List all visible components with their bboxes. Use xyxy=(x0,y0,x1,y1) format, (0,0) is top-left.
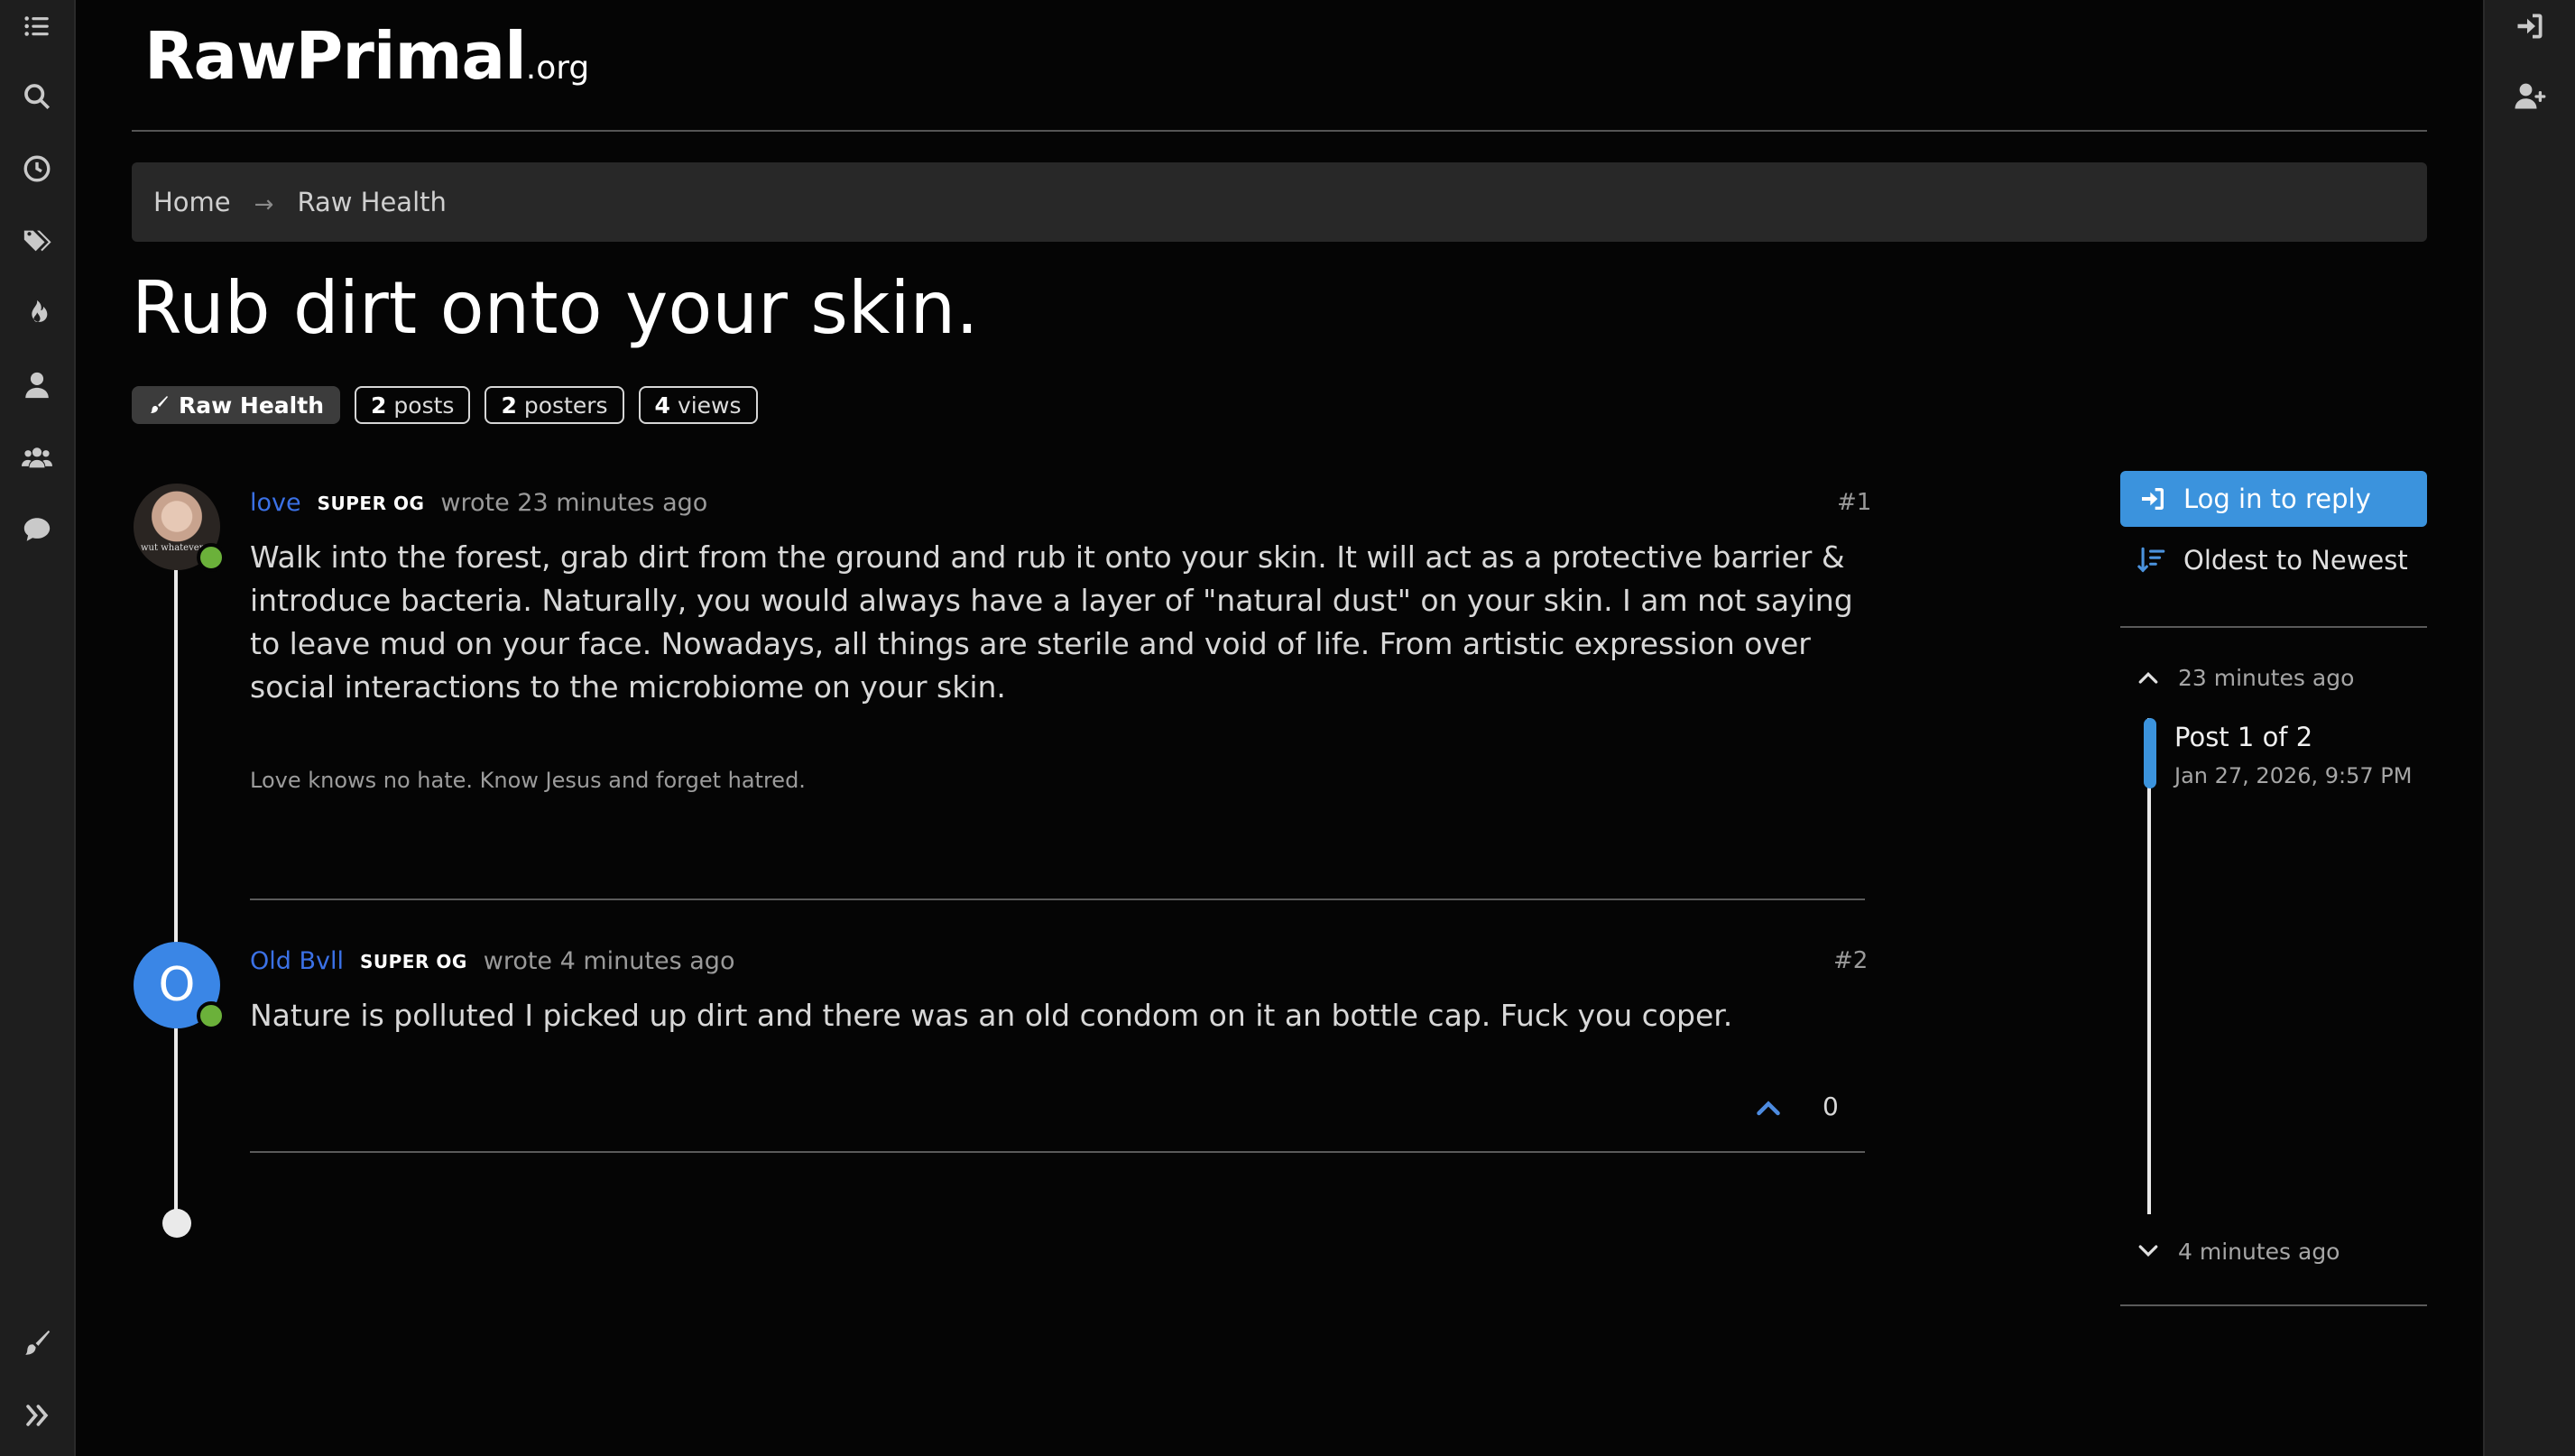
pagination-first[interactable]: 23 minutes ago xyxy=(2135,664,2354,691)
views-count: 4 xyxy=(654,392,670,419)
post-content: Nature is polluted I picked up dirt and … xyxy=(250,998,1733,1033)
sidebar-divider xyxy=(2120,1304,2427,1306)
views-count-tag: 4 views xyxy=(638,386,758,424)
breadcrumb-arrow-icon: → xyxy=(254,191,274,218)
brush-icon[interactable] xyxy=(11,1317,63,1369)
login-to-reply-button[interactable]: Log in to reply xyxy=(2120,471,2427,527)
pagination-current-post: Post 1 of 2 xyxy=(2174,722,2313,752)
posters-label: posters xyxy=(523,392,608,419)
chevron-up-icon xyxy=(2138,671,2158,684)
timeline-end-marker xyxy=(162,1209,191,1238)
site-logo[interactable]: RawPrimal.org xyxy=(144,18,589,94)
post-content: Walk into the forest, grab dirt from the… xyxy=(250,539,1853,705)
post-header: love SUPER OG wrote 23 minutes ago xyxy=(250,489,707,517)
sidebar-divider xyxy=(2120,626,2427,628)
avatar[interactable]: O xyxy=(134,942,226,1030)
avatar-caption: wut whatever xyxy=(141,543,204,553)
sort-order-label: Oldest to Newest xyxy=(2183,545,2408,576)
brand-tld: .org xyxy=(525,50,590,87)
breadcrumb-category[interactable]: Raw Health xyxy=(297,187,446,217)
brush-icon xyxy=(151,396,168,413)
upvote-icon[interactable] xyxy=(1752,1092,1785,1124)
pagination-handle[interactable] xyxy=(2144,718,2156,788)
user-badge[interactable]: SUPER OG xyxy=(360,951,467,972)
post-divider xyxy=(250,898,1865,900)
chevrons-right-icon[interactable] xyxy=(11,1389,63,1442)
login-icon xyxy=(2142,488,2164,510)
post-header: Old Bvll SUPER OG wrote 4 minutes ago xyxy=(250,947,734,975)
users-icon[interactable] xyxy=(11,431,63,484)
user-plus-icon[interactable] xyxy=(2504,70,2556,123)
vote-count[interactable]: 0 xyxy=(1823,1092,1839,1121)
right-sidebar xyxy=(2483,0,2575,1456)
post-username[interactable]: love xyxy=(250,489,301,517)
sort-order-button[interactable]: Oldest to Newest xyxy=(2120,545,2408,576)
online-status-indicator xyxy=(197,543,226,572)
post-timestamp[interactable]: wrote 4 minutes ago xyxy=(484,947,735,975)
fire-icon[interactable] xyxy=(11,287,63,339)
post-signature: Love knows no hate. Know Jesus and forge… xyxy=(250,768,806,793)
views-label: views xyxy=(677,392,742,419)
post-index[interactable]: #2 xyxy=(1833,947,1868,974)
pagination-last[interactable]: 4 minutes ago xyxy=(2135,1238,2340,1265)
tags-icon[interactable] xyxy=(11,215,63,267)
list-icon[interactable] xyxy=(11,0,63,52)
sort-icon xyxy=(2137,547,2165,573)
pagination-current-date: Jan 27, 2026, 9:57 PM xyxy=(2174,763,2413,788)
login-icon[interactable] xyxy=(2504,0,2556,52)
brand-name: RawPrimal xyxy=(144,18,527,94)
login-to-reply-label: Log in to reply xyxy=(2183,484,2371,514)
pagination-last-time: 4 minutes ago xyxy=(2178,1238,2340,1265)
user-badge[interactable]: SUPER OG xyxy=(318,493,425,514)
post-divider xyxy=(250,1151,1865,1153)
chevron-down-icon xyxy=(2138,1245,2158,1258)
post-timeline xyxy=(174,541,178,1227)
posters-count-tag: 2 posters xyxy=(485,386,624,424)
chat-icon[interactable] xyxy=(11,503,63,556)
posts-count-tag: 2 posts xyxy=(355,386,471,424)
topic-title: Rub dirt onto your skin. xyxy=(132,266,979,350)
post-timestamp[interactable]: wrote 23 minutes ago xyxy=(440,489,707,517)
topic-tags: Raw Health 2 posts 2 posters 4 views xyxy=(132,386,758,424)
breadcrumb: Home → Raw Health xyxy=(132,162,2427,242)
search-icon[interactable] xyxy=(11,70,63,123)
left-sidebar xyxy=(0,0,76,1456)
pagination-track[interactable] xyxy=(2147,718,2151,1214)
category-tag-label: Raw Health xyxy=(179,392,324,419)
pagination-first-time: 23 minutes ago xyxy=(2178,664,2355,691)
header-divider xyxy=(132,130,2427,132)
posters-count: 2 xyxy=(501,392,517,419)
posts-count: 2 xyxy=(371,392,387,419)
post-index[interactable]: #1 xyxy=(1837,489,1871,516)
post-username[interactable]: Old Bvll xyxy=(250,947,344,975)
avatar-letter: O xyxy=(158,958,196,1012)
posts-label: posts xyxy=(393,392,455,419)
category-tag[interactable]: Raw Health xyxy=(132,386,340,424)
user-icon[interactable] xyxy=(11,359,63,411)
online-status-indicator xyxy=(197,1001,226,1030)
breadcrumb-home[interactable]: Home xyxy=(153,187,231,217)
clock-icon[interactable] xyxy=(11,143,63,195)
avatar[interactable]: wut whatever xyxy=(134,484,226,572)
